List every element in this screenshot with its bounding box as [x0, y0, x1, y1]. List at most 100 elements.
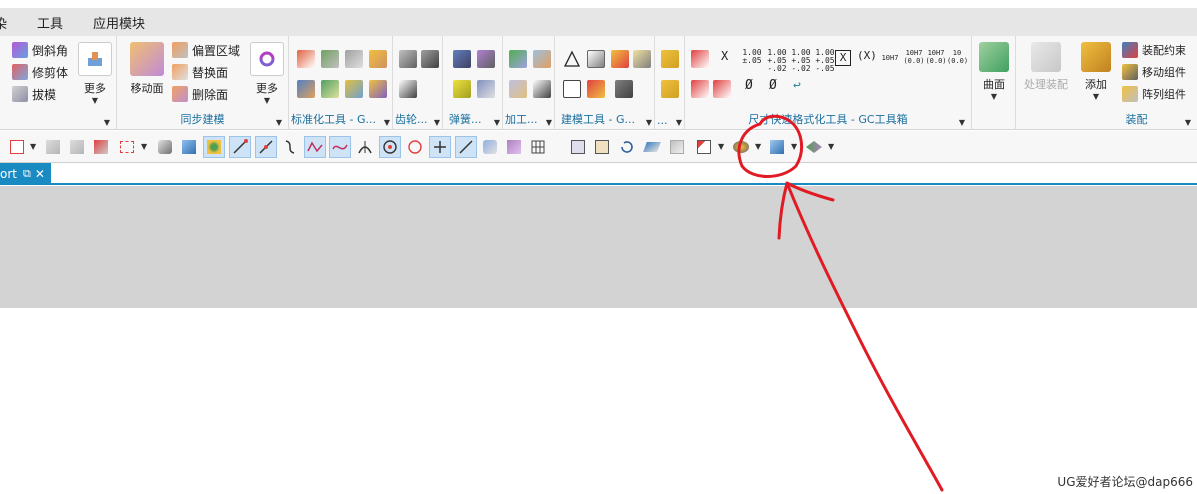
- point-on-face-button[interactable]: [479, 136, 501, 158]
- thread-10h7-icon[interactable]: [615, 80, 633, 98]
- gear-rack-icon[interactable]: [399, 80, 417, 98]
- pattern-component-button[interactable]: 阵列组件: [1122, 84, 1186, 104]
- arc-center-button[interactable]: [379, 136, 401, 158]
- section-view-button[interactable]: [803, 136, 825, 158]
- process-assembly-button[interactable]: 处理装配: [1024, 42, 1068, 92]
- menu-item-tools[interactable]: 工具: [37, 13, 63, 32]
- group-expand-icon[interactable]: ▼: [646, 118, 652, 127]
- selection-scope-button[interactable]: [90, 136, 112, 158]
- tolerance-symmetric-icon[interactable]: 1.00 ±.05: [742, 49, 762, 65]
- p-tool-icon-1[interactable]: [661, 50, 679, 68]
- modeling-tool-icon-4[interactable]: [633, 50, 651, 68]
- x-symbol-icon[interactable]: X: [721, 50, 728, 62]
- dimension-tool-icon[interactable]: [691, 50, 709, 68]
- diameter-icon[interactable]: Ø: [745, 79, 753, 92]
- body-select-button[interactable]: [154, 136, 176, 158]
- reference-x-icon[interactable]: (X): [857, 50, 877, 61]
- menu-item-applications[interactable]: 应用模块: [93, 13, 145, 32]
- point-on-line-button[interactable]: [455, 136, 477, 158]
- document-icon[interactable]: [563, 80, 581, 98]
- group-expand-icon[interactable]: ▼: [434, 118, 440, 127]
- diameter-icon-2[interactable]: Ø: [769, 79, 777, 92]
- chevron-down-icon[interactable]: ▼: [828, 142, 834, 151]
- boxed-x-icon[interactable]: X: [835, 50, 851, 66]
- standard-tool-icon-4[interactable]: [369, 50, 387, 68]
- type-filter-button[interactable]: [6, 136, 28, 158]
- chevron-down-icon[interactable]: ▼: [141, 142, 147, 151]
- standard-tool-icon-1[interactable]: [297, 50, 315, 68]
- control-point-button[interactable]: [304, 136, 326, 158]
- add-component-button[interactable]: 添加 ▼: [1076, 42, 1116, 101]
- chevron-down-icon[interactable]: ▼: [718, 142, 724, 151]
- surface-button[interactable]: 曲面 ▼: [974, 42, 1014, 101]
- standard-tool-icon-7[interactable]: [345, 80, 363, 98]
- standard-tool-icon-8[interactable]: [369, 80, 387, 98]
- standard-tool-icon-2[interactable]: [321, 50, 339, 68]
- point-on-curve-button[interactable]: [429, 136, 451, 158]
- endpoint-snap-button[interactable]: [229, 136, 251, 158]
- table-tool-icon[interactable]: [587, 50, 605, 68]
- perspective-button[interactable]: [666, 136, 688, 158]
- machining-tool-icon-2[interactable]: [533, 50, 551, 68]
- rectangle-select-button[interactable]: [116, 136, 138, 158]
- bounded-grid-button[interactable]: [503, 136, 525, 158]
- group-expand-icon[interactable]: ▼: [1185, 118, 1191, 127]
- fit-10-tol-icon[interactable]: 10 (0.0): [947, 49, 968, 65]
- spring-coil-icon[interactable]: [453, 80, 471, 98]
- tolerance-bilateral-icon-2[interactable]: 1.00 +.05 -.02: [791, 49, 811, 73]
- standard-tool-icon-3[interactable]: [345, 50, 363, 68]
- menu-item-render[interactable]: 染: [0, 13, 7, 32]
- group-expand-icon[interactable]: ▼: [546, 118, 552, 127]
- render-style-button[interactable]: [730, 136, 752, 158]
- snap-button-2[interactable]: [66, 136, 88, 158]
- snap-button-1[interactable]: [42, 136, 64, 158]
- move-face-button[interactable]: 移动面: [127, 42, 167, 96]
- curve-snap-button[interactable]: [279, 136, 301, 158]
- gear-icon[interactable]: [399, 50, 417, 68]
- fit-10h7-tol-icon-1[interactable]: 10H7 (0.0): [903, 49, 925, 65]
- chevron-down-icon[interactable]: ▼: [755, 142, 761, 151]
- orient-view-button[interactable]: [693, 136, 715, 158]
- midpoint-snap-button[interactable]: [255, 136, 277, 158]
- dimension-edit-icon[interactable]: [691, 80, 709, 98]
- group-expand-icon[interactable]: ▼: [959, 118, 965, 127]
- more-features-button[interactable]: 更多 ▼: [73, 42, 117, 105]
- modeling-tool-icon-6[interactable]: [587, 80, 605, 98]
- group-expand-icon[interactable]: ▼: [384, 118, 390, 127]
- delete-face-button[interactable]: 删除面: [172, 84, 228, 104]
- group-expand-icon[interactable]: ▼: [104, 118, 110, 127]
- assembly-constraint-button[interactable]: 装配约束: [1122, 40, 1186, 60]
- group-expand-icon[interactable]: ▼: [494, 118, 500, 127]
- pan-button[interactable]: [641, 136, 663, 158]
- shaded-view-button[interactable]: [766, 136, 788, 158]
- undo-arrow-icon[interactable]: ↩: [793, 79, 801, 92]
- tolerance-bilateral-icon-1[interactable]: 1.00 +.05 -.02: [767, 49, 787, 73]
- chevron-down-icon[interactable]: ▼: [791, 142, 797, 151]
- trim-body-button[interactable]: 修剪体: [12, 62, 68, 82]
- intersection-snap-button[interactable]: [354, 136, 376, 158]
- draft-button[interactable]: 拔模: [12, 84, 56, 104]
- dimension-edit-icon-2[interactable]: [713, 80, 731, 98]
- tab-viewport[interactable]: ort ⧉ ✕: [0, 163, 51, 185]
- triangle-icon[interactable]: [563, 50, 581, 68]
- gear-tool-icon[interactable]: [421, 50, 439, 68]
- spline-snap-button[interactable]: [329, 136, 351, 158]
- replace-face-button[interactable]: 替换面: [172, 62, 228, 82]
- machining-tool-icon-1[interactable]: [509, 50, 527, 68]
- fit-10h7-icon[interactable]: 10H7: [879, 54, 901, 62]
- chevron-down-icon[interactable]: ▼: [30, 142, 36, 151]
- spring-delete-icon[interactable]: [477, 80, 495, 98]
- modeling-tool-icon-3[interactable]: [611, 50, 629, 68]
- fit-10h7-tol-icon-2[interactable]: 10H7 (0.0): [925, 49, 947, 65]
- standard-tool-icon-6[interactable]: [321, 80, 339, 98]
- close-icon[interactable]: ✕: [35, 167, 45, 181]
- offset-region-button[interactable]: 偏置区域: [172, 40, 240, 60]
- zoom-button[interactable]: [591, 136, 613, 158]
- chamfer-button[interactable]: 倒斜角: [12, 40, 68, 60]
- machining-tool-icon-3[interactable]: [509, 80, 527, 98]
- quadrant-snap-button[interactable]: [404, 136, 426, 158]
- standard-tool-icon-5[interactable]: [297, 80, 315, 98]
- p-tool-icon-2[interactable]: [661, 80, 679, 98]
- more-sync-button[interactable]: 更多 ▼: [245, 42, 289, 105]
- tolerance-bilateral-icon-3[interactable]: 1.00 +.05 -.05: [815, 49, 835, 73]
